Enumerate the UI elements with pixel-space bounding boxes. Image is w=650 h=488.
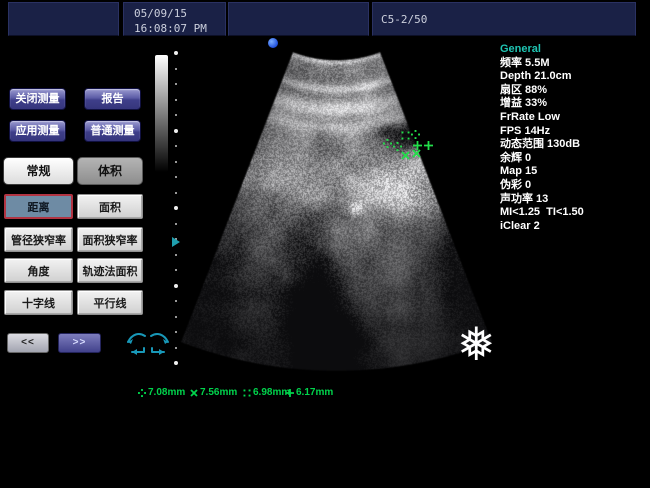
ruler-tick [175,68,177,70]
caliper-marker-x [401,147,410,156]
measure-diameter-stenosis-button[interactable]: 管径狭窄率 [4,227,73,252]
measure-trace-area-button[interactable]: 轨迹法面积 [77,258,143,283]
measurement-value: 7.56mm [200,387,237,398]
info-line: MI<1.25 TI<1.50 [500,206,648,220]
ultrasound-app-window: 05/09/15 16:08:07 PM C5-2/50 关闭测量 报告 应用测… [0,0,650,488]
measure-area-stenosis-button[interactable]: 面积狭窄率 [77,227,143,252]
preset-title: General [500,43,648,57]
measure-parallel-line-button[interactable]: 平行线 [77,290,143,315]
topbar-probe-box: C5-2/50 [372,2,636,36]
info-line: 增益 33% [500,97,648,111]
ruler-tick [175,114,177,116]
probe-preset-label: C5-2/50 [381,12,427,27]
ruler-tick [175,176,177,178]
next-page-button[interactable]: >> [58,333,101,353]
info-line: FrRate Low [500,111,648,125]
topbar-datetime-box: 05/09/15 16:08:07 PM [123,2,226,36]
info-line: 伪彩 0 [500,179,648,193]
info-line: 动态范围 130dB [500,138,648,152]
ruler-tick [174,284,178,288]
info-line: 频率 5.5M [500,57,648,71]
ruler-tick [174,206,178,210]
info-line: Map 15 [500,165,648,179]
info-line: 扇区 88% [500,84,648,98]
measure-crosshair-button[interactable]: 十字线 [4,290,73,315]
ruler-tick [175,145,177,147]
measurement-result: 7.56mm [190,387,237,398]
caliper-marker-plus [424,137,433,146]
report-button[interactable]: 报告 [84,88,141,110]
measure-angle-button[interactable]: 角度 [4,258,73,283]
ruler-tick [174,129,178,133]
ruler-tick [175,269,177,271]
ruler-tick [175,347,177,349]
ruler-tick [174,361,178,365]
measurement-value: 7.08mm [148,387,185,398]
ruler-tick [175,223,177,225]
topbar-patient-box [228,2,369,36]
focus-marker-icon [172,237,180,247]
ruler-tick [175,316,177,318]
caliper-marker-x [412,145,421,154]
tab-volume[interactable]: 体积 [77,157,143,185]
ruler-tick [175,300,177,302]
info-line: 余辉 0 [500,152,648,166]
prev-page-button[interactable]: << [7,333,49,353]
info-line: 声功率 13 [500,193,648,207]
ruler-tick [174,51,178,55]
measure-distance-button[interactable]: 距离 [4,194,73,219]
ruler-tick [175,83,177,85]
date-label: 05/09/15 [134,6,225,21]
time-label: 16:08:07 PM [134,21,225,36]
ruler-tick [175,192,177,194]
ruler-tick [175,99,177,101]
ruler-tick [175,331,177,333]
info-line: iClear 2 [500,220,648,234]
measurement-result: 6.17mm [286,387,333,398]
topbar-hospital-box [8,2,119,36]
tab-routine[interactable]: 常规 [3,157,74,185]
measurement-result: 6.98mm [243,387,290,398]
measurement-result: 7.08mm [138,387,185,398]
close-measure-button[interactable]: 关闭测量 [9,88,66,110]
orientation-dot-icon [268,38,278,48]
freeze-snowflake-icon: ❅ [457,321,496,367]
caliper-marker-dotted-x [401,127,410,136]
info-line: Depth 21.0cm [500,70,648,84]
measure-area-button[interactable]: 面积 [77,194,143,219]
measurement-value: 6.98mm [253,387,290,398]
ruler-tick [175,161,177,163]
caliper-marker-dotted-plus [383,135,392,144]
grayscale-bar [155,55,168,172]
apply-measure-button[interactable]: 应用测量 [9,120,66,142]
general-measure-button[interactable]: 普通测量 [84,120,141,142]
info-line: FPS 14Hz [500,125,648,139]
image-info-panel: General 频率 5.5MDepth 21.0cm扇区 88%增益 33%F… [500,43,648,233]
ruler-tick [175,254,177,256]
caliper-marker-dotted-plus [411,126,420,135]
measurement-value: 6.17mm [296,387,333,398]
